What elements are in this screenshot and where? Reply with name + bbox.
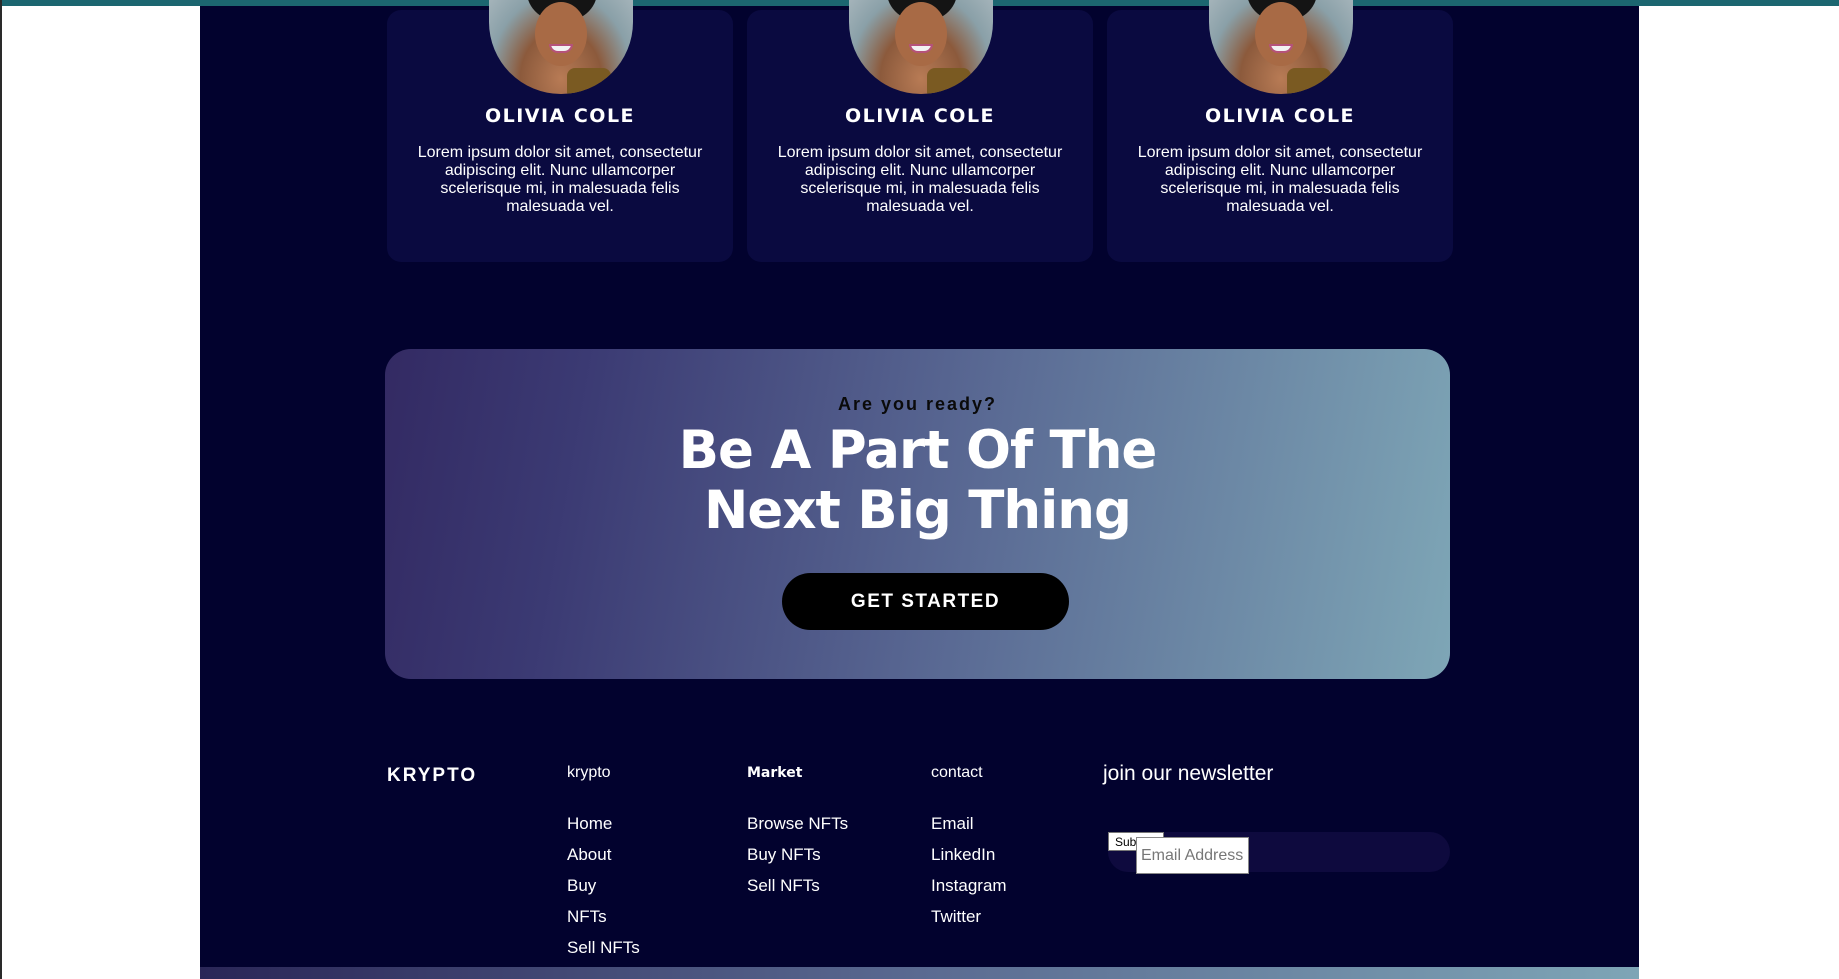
footer-link-linkedin[interactable]: LinkedIn [931,839,1007,870]
footer-link-twitter[interactable]: Twitter [931,901,1007,932]
cta-title-line-1: Be A Part Of The [678,420,1158,481]
avatar [489,0,633,94]
footer-column-heading: krypto [567,764,611,781]
testimonial-name: OLIVIA COLE [1204,105,1356,127]
cta-title: Be A Part Of The Next Big Thing [385,421,1450,541]
testimonial-text: Lorem ipsum dolor sit amet, consectetur … [1137,144,1423,215]
footer-column-heading: Market [747,765,803,781]
footer-link-sell-nfts[interactable]: Sell NFTs [567,932,640,963]
footer-column-krypto: krypto Home About Buy NFTs Sell NFTs [567,762,640,963]
footer-link-nfts[interactable]: NFTs [567,901,640,932]
cta-title-line-2: Next Big Thing [704,480,1132,541]
footer-column-market: Market Browse NFTs Buy NFTs Sell NFTs [747,762,848,901]
footer-link-about[interactable]: About [567,839,640,870]
footer-link-email[interactable]: Email [931,808,1007,839]
footer-column-heading: contact [931,764,983,781]
cta-banner: Are you ready? Be A Part Of The Next Big… [385,349,1450,679]
footer-link-home[interactable]: Home [567,808,640,839]
testimonial-name: OLIVIA COLE [844,105,996,127]
testimonial-text: Lorem ipsum dolor sit amet, consectetur … [777,144,1063,215]
footer-link-instagram[interactable]: Instagram [931,870,1007,901]
avatar [849,0,993,94]
testimonial-name: OLIVIA COLE [484,105,636,127]
testimonial-card: OLIVIA COLE Lorem ipsum dolor sit amet, … [387,0,733,262]
window-edge [0,0,2,979]
cta-eyebrow: Are you ready? [837,394,998,414]
newsletter-title: join our newsletter [1103,762,1274,785]
get-started-button[interactable]: GET STARTED [782,573,1069,630]
footer-link-browse-nfts[interactable]: Browse NFTs [747,808,848,839]
testimonial-text: Lorem ipsum dolor sit amet, consectetur … [417,144,703,215]
footer-column-contact: contact Email LinkedIn Instagram Twitter [931,762,1007,932]
email-field[interactable] [1136,837,1249,874]
footer-link-buy-nfts[interactable]: Buy NFTs [747,839,848,870]
footer-link-buy[interactable]: Buy [567,870,640,901]
testimonial-card: OLIVIA COLE Lorem ipsum dolor sit amet, … [747,0,1093,262]
next-section-edge [200,967,1639,979]
footer-brand[interactable]: KRYPTO [387,765,477,787]
avatar [1209,0,1353,94]
footer-link-sell-nfts[interactable]: Sell NFTs [747,870,848,901]
testimonial-card: OLIVIA COLE Lorem ipsum dolor sit amet, … [1107,0,1453,262]
